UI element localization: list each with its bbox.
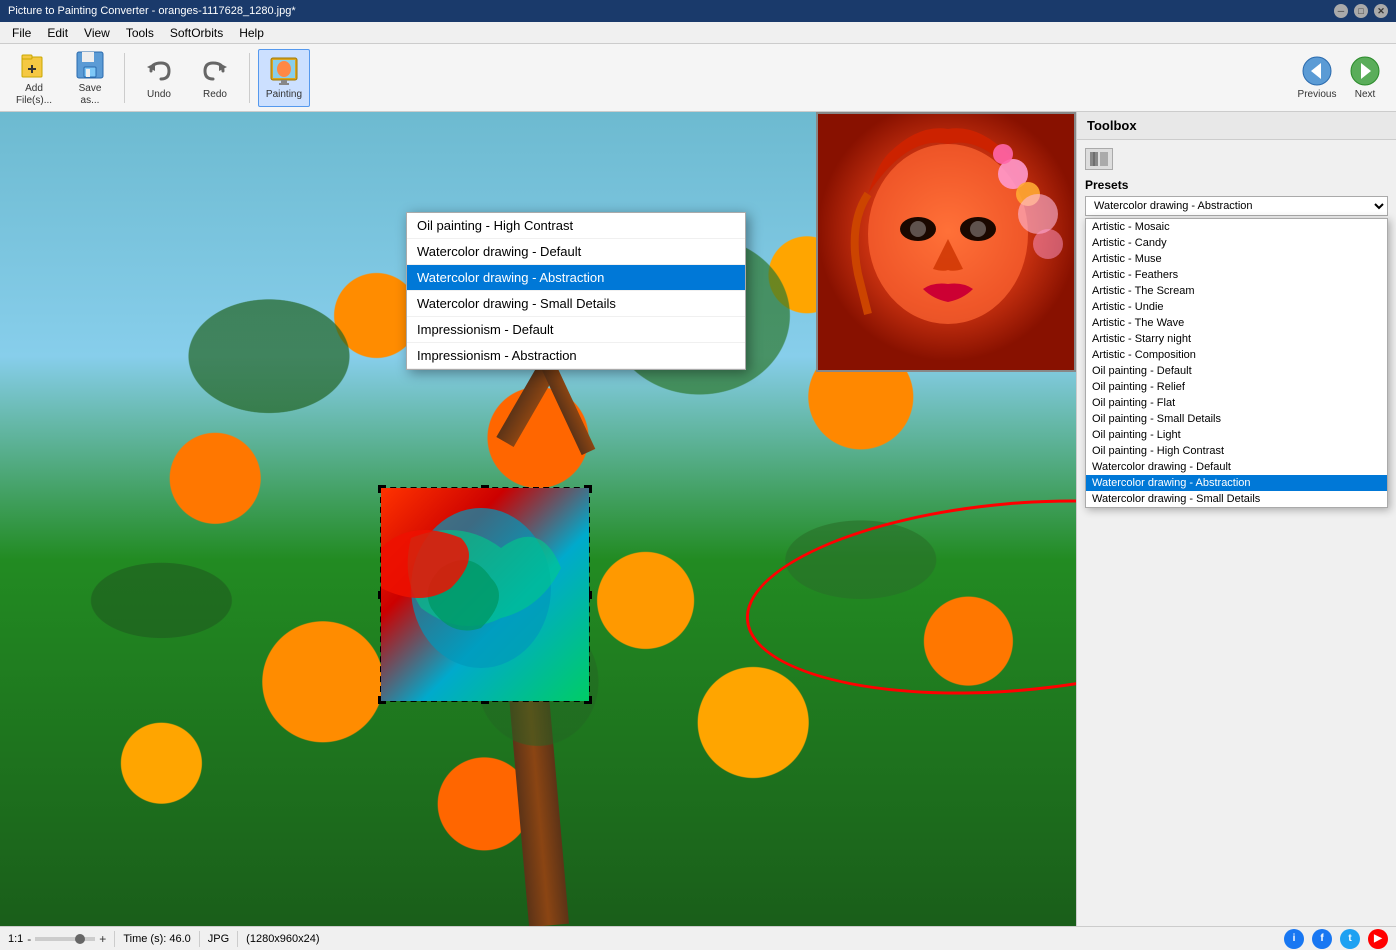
dropdown-list-oil-flat[interactable]: Oil painting - Flat: [1086, 395, 1387, 411]
undo-icon: [143, 55, 175, 87]
previous-icon: [1301, 55, 1333, 87]
dropdown-item-watercolor-small-details[interactable]: Watercolor drawing - Small Details: [407, 291, 745, 317]
dropdown-item-watercolor-abstraction[interactable]: Watercolor drawing - Abstraction: [407, 265, 745, 291]
format-label: JPG: [208, 933, 229, 945]
presets-select-wrapper: Artistic - Mosaic Artistic - Candy Artis…: [1085, 196, 1388, 216]
status-bar: 1:1 - + Time (s): 46.0 JPG (1280x960x24)…: [0, 926, 1396, 950]
dropdown-item-impressionism-default[interactable]: Impressionism - Default: [407, 317, 745, 343]
main-area: Oil painting - High Contrast Watercolor …: [0, 112, 1396, 926]
next-label: Next: [1355, 89, 1376, 100]
dropdown-list[interactable]: Artistic - Mosaic Artistic - Candy Artis…: [1085, 218, 1388, 508]
menu-edit[interactable]: Edit: [39, 24, 76, 42]
zoom-out-button[interactable]: -: [27, 932, 31, 946]
dropdown-list-oil-relief[interactable]: Oil painting - Relief: [1086, 379, 1387, 395]
presets-section: Presets Artistic - Mosaic Artistic - Can…: [1085, 178, 1388, 216]
title-bar: Picture to Painting Converter - oranges-…: [0, 0, 1396, 22]
maximize-button[interactable]: □: [1354, 4, 1368, 18]
next-icon: [1349, 55, 1381, 87]
zoom-slider[interactable]: [35, 937, 95, 941]
zoom-level-label: 1:1: [8, 933, 23, 945]
dropdown-list-muse[interactable]: Artistic - Muse: [1086, 251, 1387, 267]
window-controls: ─ □ ✕: [1334, 4, 1388, 18]
painted-selection: [381, 488, 589, 701]
youtube-icon[interactable]: ▶: [1368, 929, 1388, 949]
twitter-icon[interactable]: t: [1340, 929, 1360, 949]
zoom-controls: 1:1 - +: [8, 932, 106, 946]
dropdown-list-wave[interactable]: Artistic - The Wave: [1086, 315, 1387, 331]
dropdown-list-oil-default[interactable]: Oil painting - Default: [1086, 363, 1387, 379]
painting-label: Painting: [266, 89, 302, 100]
dropdown-list-candy[interactable]: Artistic - Candy: [1086, 235, 1387, 251]
dropdown-list-wc-abstraction[interactable]: Watercolor drawing - Abstraction: [1086, 475, 1387, 491]
dropdown-item-impressionism-abstraction[interactable]: Impressionism - Abstraction: [407, 343, 745, 369]
preview-overlay: [816, 112, 1076, 372]
redo-icon: [199, 55, 231, 87]
presets-label: Presets: [1085, 178, 1388, 192]
toolbox-header: Toolbox: [1077, 112, 1396, 140]
dropdown-list-undie[interactable]: Artistic - Undie: [1086, 299, 1387, 315]
dropdown-list-wc-small[interactable]: Watercolor drawing - Small Details: [1086, 491, 1387, 507]
redo-label: Redo: [203, 89, 227, 100]
undo-button[interactable]: Undo: [133, 49, 185, 107]
painting-icon: [268, 55, 300, 87]
save-as-icon: [74, 49, 106, 81]
save-as-button[interactable]: Save as...: [64, 49, 116, 107]
canvas-area[interactable]: Oil painting - High Contrast Watercolor …: [0, 112, 1076, 926]
status-right: i f t ▶: [1284, 929, 1388, 949]
dimensions-label: (1280x960x24): [246, 933, 319, 945]
previous-button[interactable]: Previous: [1294, 49, 1340, 107]
menu-bar: File Edit View Tools SoftOrbits Help: [0, 22, 1396, 44]
presets-select[interactable]: Artistic - Mosaic Artistic - Candy Artis…: [1085, 196, 1388, 216]
dropdown-list-scream[interactable]: Artistic - The Scream: [1086, 283, 1387, 299]
previous-label: Previous: [1298, 89, 1337, 100]
toolbox-mini-icons: [1085, 148, 1388, 170]
toolbar-separator-1: [124, 53, 125, 103]
app-title: Picture to Painting Converter - oranges-…: [8, 5, 296, 17]
add-files-button[interactable]: Add File(s)...: [8, 49, 60, 107]
dropdown-list-oil-small[interactable]: Oil painting - Small Details: [1086, 411, 1387, 427]
add-files-label: Add File(s)...: [16, 83, 52, 107]
menu-softorbits[interactable]: SoftOrbits: [162, 24, 231, 42]
next-button[interactable]: Next: [1342, 49, 1388, 107]
redo-button[interactable]: Redo: [189, 49, 241, 107]
toolbox-panel: Toolbox Presets Artistic - Mosaic: [1076, 112, 1396, 926]
undo-label: Undo: [147, 89, 171, 100]
toolbox-preset-icon-1[interactable]: [1085, 148, 1113, 170]
dropdown-item-oil-high-contrast[interactable]: Oil painting - High Contrast: [407, 213, 745, 239]
toolbar: Add File(s)... Save as... Undo: [0, 44, 1396, 112]
dropdown-list-feathers[interactable]: Artistic - Feathers: [1086, 267, 1387, 283]
toolbar-separator-2: [249, 53, 250, 103]
info-icon[interactable]: i: [1284, 929, 1304, 949]
menu-tools[interactable]: Tools: [118, 24, 162, 42]
menu-help[interactable]: Help: [231, 24, 272, 42]
toolbox-content[interactable]: Presets Artistic - Mosaic Artistic - Can…: [1077, 140, 1396, 926]
status-sep-2: [199, 931, 200, 947]
menu-file[interactable]: File: [4, 24, 39, 42]
add-files-icon: [18, 49, 50, 81]
zoom-slider-thumb[interactable]: [75, 934, 85, 944]
minimize-button[interactable]: ─: [1334, 4, 1348, 18]
dropdown-list-oil-light[interactable]: Oil painting - Light: [1086, 427, 1387, 443]
large-dropdown[interactable]: Oil painting - High Contrast Watercolor …: [406, 212, 746, 370]
preview-face: [818, 114, 1074, 370]
save-as-label: Save as...: [79, 83, 102, 107]
zoom-in-button[interactable]: +: [99, 932, 106, 946]
facebook-icon[interactable]: f: [1312, 929, 1332, 949]
dropdown-list-composition[interactable]: Artistic - Composition: [1086, 347, 1387, 363]
dropdown-list-starry[interactable]: Artistic - Starry night: [1086, 331, 1387, 347]
menu-view[interactable]: View: [76, 24, 118, 42]
dropdown-list-oil-high[interactable]: Oil painting - High Contrast: [1086, 443, 1387, 459]
time-label: Time (s): 46.0: [123, 933, 190, 945]
painting-button[interactable]: Painting: [258, 49, 310, 107]
nav-area: Previous Next: [1294, 49, 1388, 107]
dropdown-list-mosaic[interactable]: Artistic - Mosaic: [1086, 219, 1387, 235]
close-button[interactable]: ✕: [1374, 4, 1388, 18]
status-sep-1: [114, 931, 115, 947]
dropdown-item-watercolor-default[interactable]: Watercolor drawing - Default: [407, 239, 745, 265]
dropdown-list-wc-default[interactable]: Watercolor drawing - Default: [1086, 459, 1387, 475]
status-sep-3: [237, 931, 238, 947]
